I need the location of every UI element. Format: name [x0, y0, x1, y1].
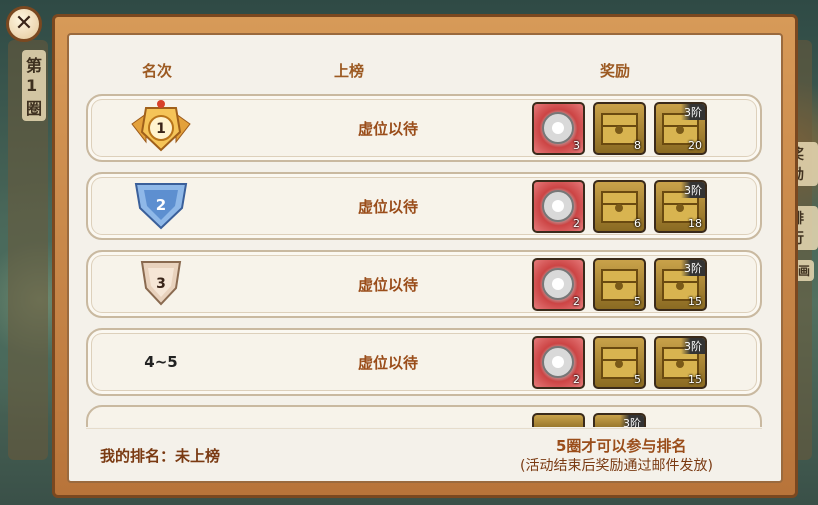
player-name: 虚位以待 — [357, 119, 418, 138]
reward-item[interactable]: 6 — [593, 180, 646, 233]
row-partial-bg: 3阶 — [86, 405, 762, 427]
reward-item[interactable]: 8 — [593, 102, 646, 155]
item-tier: 3阶 — [620, 415, 644, 427]
rank-number: 4~5 — [144, 353, 178, 371]
ranking-row-3: 3 虚位以待 2 5 3阶 15 — [86, 250, 762, 318]
requirement-text: 5圈才可以参与排名 — [556, 437, 687, 455]
header-rank: 名次 — [142, 62, 173, 80]
reward-list: 3 8 3阶 20 — [532, 102, 707, 155]
item-count: 18 — [688, 217, 702, 230]
rank-cell: 1 — [88, 96, 234, 160]
close-button[interactable]: ✕ — [6, 6, 42, 42]
reward-item[interactable] — [532, 413, 585, 427]
rank-number: 3 — [156, 276, 166, 292]
player-name: 虚位以待 — [357, 353, 418, 372]
reward-item[interactable]: 3 — [532, 102, 585, 155]
item-count: 5 — [634, 295, 641, 308]
item-count: 15 — [688, 373, 702, 386]
item-tier: 3阶 — [681, 338, 705, 354]
rank-cell: 3 — [88, 252, 234, 316]
reward-item[interactable]: 5 — [593, 258, 646, 311]
rank-number: 2 — [156, 196, 166, 214]
item-count: 2 — [573, 295, 580, 308]
item-count: 3 — [573, 139, 580, 152]
ranking-row-2: 2 虚位以待 2 6 3阶 18 — [86, 172, 762, 240]
reward-list: 2 6 3阶 18 — [532, 180, 707, 233]
player-name: 虚位以待 — [357, 275, 418, 294]
bg-text: 圈 — [26, 99, 43, 118]
item-count: 6 — [634, 217, 641, 230]
header-onlist: 上榜 — [334, 62, 365, 80]
reward-item[interactable]: 2 — [532, 258, 585, 311]
ranking-row-4: 4~5 虚位以待 2 5 3阶 15 — [86, 328, 762, 396]
rank-number: 1 — [156, 121, 166, 137]
item-tier: 3阶 — [681, 104, 705, 120]
item-count: 2 — [573, 217, 580, 230]
reward-item[interactable]: 3阶 — [593, 413, 646, 427]
bg-text: 第 — [26, 56, 43, 75]
my-rank-text: 我的排名：未上榜 — [100, 447, 221, 465]
footer-divider — [86, 428, 762, 429]
reward-item[interactable]: 3阶 18 — [654, 180, 707, 233]
background-round-label: 第 1 圈 — [22, 50, 47, 121]
item-tier: 3阶 — [681, 182, 705, 198]
silver-medal-icon: 2 — [134, 183, 188, 230]
reward-list: 2 5 3阶 15 — [532, 258, 707, 311]
item-count: 15 — [688, 295, 702, 308]
item-count: 20 — [688, 139, 702, 152]
reward-item[interactable]: 3阶 20 — [654, 102, 707, 155]
rank-cell: 2 — [88, 174, 234, 238]
rank-cell: 4~5 — [88, 330, 234, 394]
item-count: 5 — [634, 373, 641, 386]
reward-item[interactable]: 5 — [593, 336, 646, 389]
item-count: 8 — [634, 139, 641, 152]
ranking-row-partial: 3阶 — [86, 405, 762, 427]
item-tier: 3阶 — [681, 260, 705, 276]
reward-item[interactable]: 2 — [532, 336, 585, 389]
bronze-medal-icon: 3 — [140, 261, 182, 306]
mail-note-text: (活动结束后奖励通过邮件发放) — [520, 458, 713, 474]
reward-item[interactable]: 3阶 15 — [654, 258, 707, 311]
close-icon: ✕ — [14, 11, 34, 36]
item-count: 2 — [573, 373, 580, 386]
ranking-row-1: 1 虚位以待 3 8 3阶 20 — [86, 94, 762, 162]
gold-medal-icon: 1 — [131, 100, 191, 152]
reward-item[interactable]: 3阶 15 — [654, 336, 707, 389]
bg-text: 1 — [26, 76, 38, 95]
header-reward: 奖励 — [600, 62, 631, 80]
reward-item[interactable]: 2 — [532, 180, 585, 233]
reward-list: 2 5 3阶 15 — [532, 336, 707, 389]
player-name: 虚位以待 — [357, 197, 418, 216]
